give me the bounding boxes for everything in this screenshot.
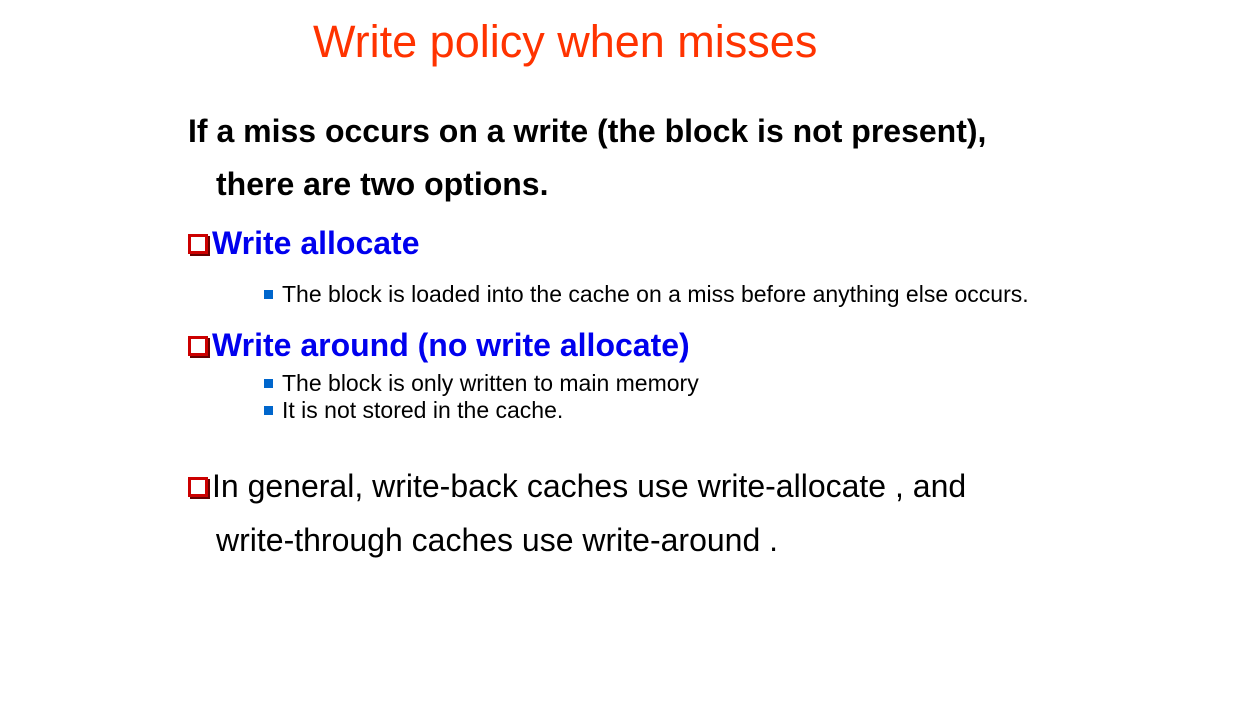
square-bullet-icon (264, 405, 273, 415)
option-write-around: Write around (no write allocate) (188, 325, 690, 365)
sub-bullet-item: The block is loaded into the cache on a … (264, 281, 1029, 307)
sub-bullet-text: The block is only written to main memory (282, 370, 699, 396)
square-bullet-icon (264, 289, 273, 299)
checkbox-bullet-icon (188, 234, 208, 254)
option-label: Write allocate (212, 225, 420, 261)
slide-title: Write policy when misses (313, 16, 818, 67)
checkbox-bullet-icon (188, 336, 208, 356)
general-note: In general, write-back caches use write-… (188, 466, 966, 506)
sub-bullet-text: The block is loaded into the cache on a … (282, 281, 1029, 307)
sub-bullet-item: The block is only written to main memory (264, 370, 699, 396)
intro-text-line1: If a miss occurs on a write (the block i… (188, 113, 987, 149)
general-note-line1: In general, write-back caches use write-… (212, 468, 967, 504)
sub-bullet-item: It is not stored in the cache. (264, 397, 563, 423)
option-label: Write around (no write allocate) (212, 327, 690, 363)
sub-bullet-text: It is not stored in the cache. (282, 397, 564, 423)
intro-text-line2: there are two options. (216, 166, 549, 202)
square-bullet-icon (264, 378, 273, 388)
general-note-line2: write-through caches use write-around . (216, 522, 779, 558)
checkbox-bullet-icon (188, 477, 208, 497)
option-write-allocate: Write allocate (188, 223, 419, 263)
